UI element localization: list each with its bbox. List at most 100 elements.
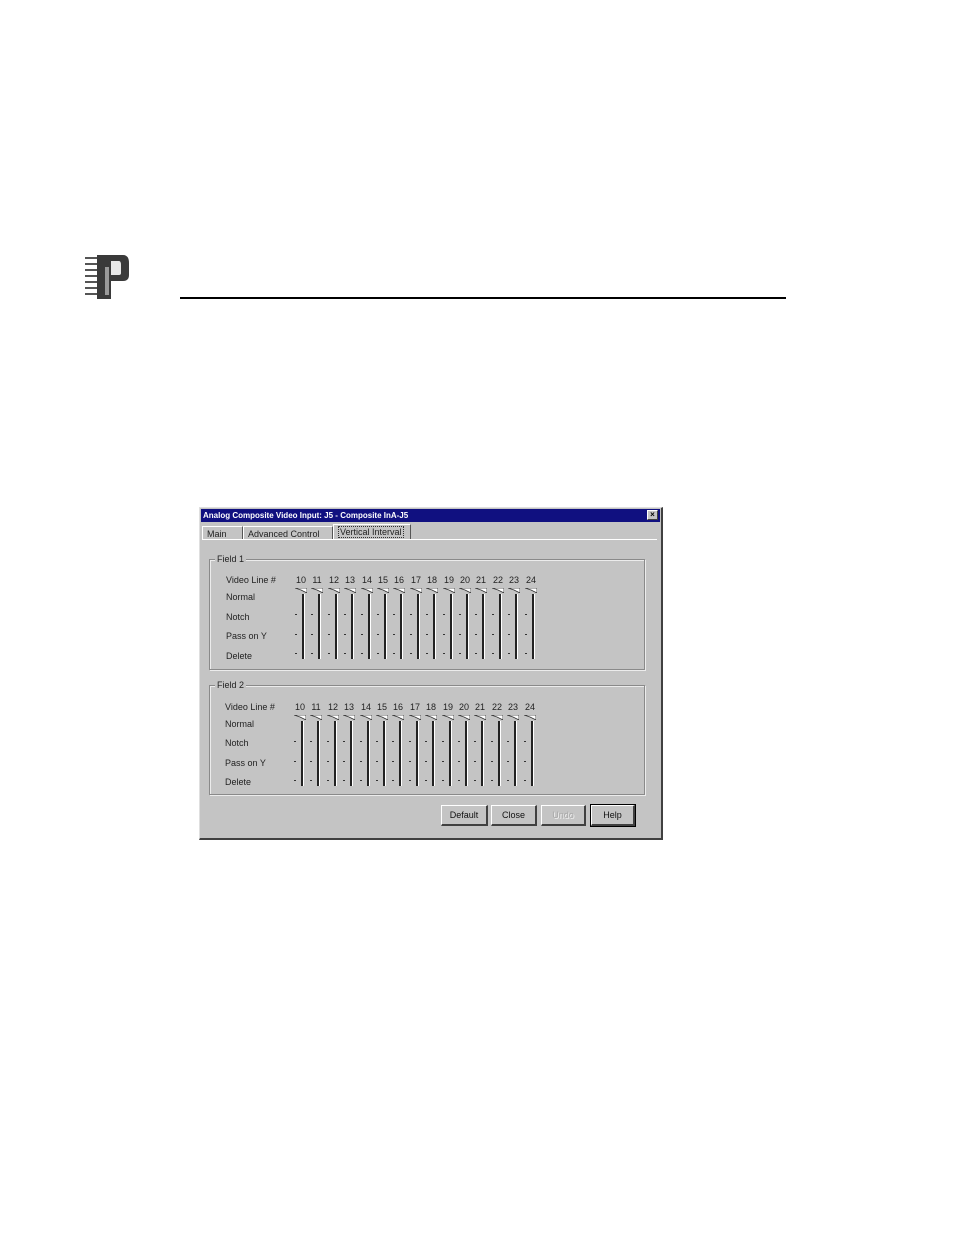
help-button[interactable]: Help xyxy=(590,804,636,827)
slider-track xyxy=(400,594,403,659)
line-22-slider[interactable] xyxy=(490,715,504,787)
line-number: 15 xyxy=(376,702,387,712)
slider-thumb[interactable] xyxy=(443,588,455,593)
line-17-slider[interactable] xyxy=(409,588,423,660)
slider-tick xyxy=(310,761,312,762)
slider-tick xyxy=(328,614,330,615)
slider-tick xyxy=(327,741,329,742)
slider-thumb[interactable] xyxy=(425,715,437,720)
slider-thumb[interactable] xyxy=(409,715,421,720)
slider-tick xyxy=(343,761,345,762)
line-10-slider[interactable] xyxy=(294,588,308,660)
line-19-slider[interactable] xyxy=(442,588,456,660)
tab-main[interactable]: Main xyxy=(202,526,243,540)
line-23-slider[interactable] xyxy=(507,588,521,660)
slider-thumb[interactable] xyxy=(361,588,373,593)
line-24-slider[interactable] xyxy=(523,715,537,787)
slider-thumb[interactable] xyxy=(327,715,339,720)
line-11-slider[interactable] xyxy=(310,588,324,660)
line-number: 23 xyxy=(508,575,519,585)
slider-track xyxy=(514,721,517,786)
slider-thumb[interactable] xyxy=(410,588,422,593)
line-21-slider[interactable] xyxy=(473,715,487,787)
slider-thumb[interactable] xyxy=(360,715,372,720)
close-icon[interactable]: × xyxy=(647,510,658,520)
tab-vertical-interval[interactable]: Vertical Interval xyxy=(333,524,411,540)
slider-thumb[interactable] xyxy=(507,715,519,720)
title-bar[interactable]: Analog Composite Video Input: J5 - Compo… xyxy=(201,509,660,522)
slider-thumb[interactable] xyxy=(328,588,340,593)
slider-tick xyxy=(508,634,510,635)
slider-tick xyxy=(376,741,378,742)
line-11-slider[interactable] xyxy=(309,715,323,787)
line-18-slider[interactable] xyxy=(425,588,439,660)
slider-tick xyxy=(361,634,363,635)
tab-advanced-control[interactable]: Advanced Control xyxy=(243,526,333,540)
slider-thumb[interactable] xyxy=(475,588,487,593)
slider-tick xyxy=(458,741,460,742)
line-21-slider[interactable] xyxy=(474,588,488,660)
slider-thumb[interactable] xyxy=(525,588,537,593)
slider-thumb[interactable] xyxy=(474,715,486,720)
slider-thumb[interactable] xyxy=(458,715,470,720)
slider-thumb[interactable] xyxy=(295,588,307,593)
line-23-slider[interactable] xyxy=(506,715,520,787)
slider-thumb[interactable] xyxy=(392,715,404,720)
slider-thumb[interactable] xyxy=(508,588,520,593)
slider-thumb[interactable] xyxy=(524,715,536,720)
slider-thumb[interactable] xyxy=(311,588,323,593)
slider-thumb[interactable] xyxy=(343,715,355,720)
line-20-slider[interactable] xyxy=(458,588,472,660)
slider-tick xyxy=(311,653,313,654)
line-14-slider[interactable] xyxy=(360,588,374,660)
line-24-slider[interactable] xyxy=(524,588,538,660)
slider-track xyxy=(499,594,502,659)
slider-tick xyxy=(376,761,378,762)
slider-thumb[interactable] xyxy=(310,715,322,720)
slider-thumb[interactable] xyxy=(491,715,503,720)
slider-tick xyxy=(344,634,346,635)
slider-thumb[interactable] xyxy=(459,588,471,593)
group-label: Field 2 xyxy=(215,679,247,691)
line-13-slider[interactable] xyxy=(343,588,357,660)
slider-tick xyxy=(459,653,461,654)
slider-tick xyxy=(343,780,345,781)
slider-thumb[interactable] xyxy=(492,588,504,593)
slider-tick xyxy=(443,634,445,635)
slider-tick xyxy=(410,653,412,654)
line-15-slider[interactable] xyxy=(376,588,390,660)
tab-label: Advanced Control xyxy=(248,529,320,539)
slider-thumb[interactable] xyxy=(294,715,306,720)
slider-tick xyxy=(425,780,427,781)
line-15-slider[interactable] xyxy=(375,715,389,787)
line-13-slider[interactable] xyxy=(342,715,356,787)
slider-tick xyxy=(409,761,411,762)
line-22-slider[interactable] xyxy=(491,588,505,660)
line-14-slider[interactable] xyxy=(359,715,373,787)
slider-thumb[interactable] xyxy=(344,588,356,593)
slider-thumb[interactable] xyxy=(393,588,405,593)
notch-label: Notch xyxy=(225,738,249,748)
undo-button[interactable]: Undo xyxy=(541,805,586,826)
slider-tick xyxy=(360,741,362,742)
slider-tick xyxy=(377,614,379,615)
slider-tick xyxy=(474,780,476,781)
close-button[interactable]: Close xyxy=(491,805,537,826)
line-12-slider[interactable] xyxy=(327,588,341,660)
slider-thumb[interactable] xyxy=(377,588,389,593)
line-19-slider[interactable] xyxy=(441,715,455,787)
default-button[interactable]: Default xyxy=(441,805,488,826)
line-16-slider[interactable] xyxy=(391,715,405,787)
line-20-slider[interactable] xyxy=(457,715,471,787)
slider-thumb[interactable] xyxy=(376,715,388,720)
line-16-slider[interactable] xyxy=(392,588,406,660)
line-10-slider[interactable] xyxy=(293,715,307,787)
line-12-slider[interactable] xyxy=(326,715,340,787)
slider-tick xyxy=(328,653,330,654)
line-number: 12 xyxy=(327,702,338,712)
slider-thumb[interactable] xyxy=(426,588,438,593)
slider-thumb[interactable] xyxy=(442,715,454,720)
line-18-slider[interactable] xyxy=(424,715,438,787)
slider-tick xyxy=(344,614,346,615)
line-17-slider[interactable] xyxy=(408,715,422,787)
